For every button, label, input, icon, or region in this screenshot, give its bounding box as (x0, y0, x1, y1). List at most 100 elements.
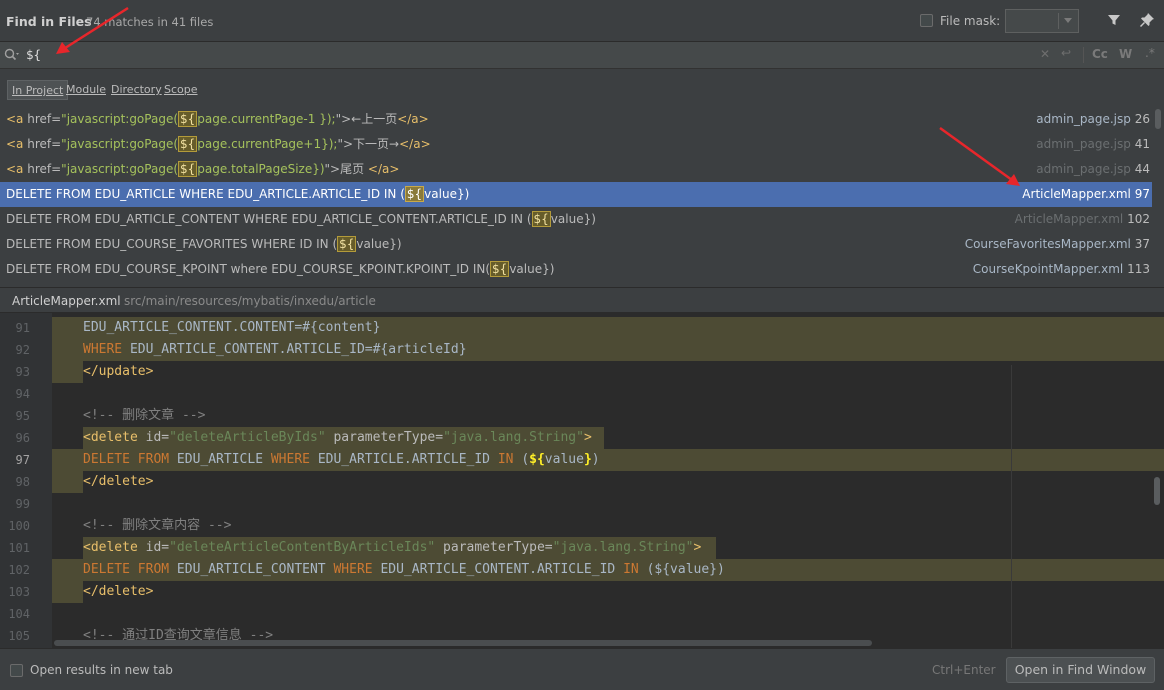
search-icon[interactable] (4, 48, 20, 62)
scope-in-project[interactable]: In Project (7, 80, 69, 100)
result-row[interactable]: DELETE FROM EDU_COURSE_FAVORITES WHERE I… (0, 232, 1152, 257)
results-scroll-thumb[interactable] (1155, 109, 1161, 129)
code-token: "deleteArticleContentByArticleIds" (169, 540, 444, 555)
result-text: DELETE FROM EDU_COURSE_KPOINT where EDU_… (6, 257, 554, 282)
result-row[interactable]: <a href="javascript:goPage(${page.totalP… (0, 157, 1152, 182)
shortcut-hint: Ctrl+Enter (932, 663, 996, 677)
file-mask-label: File mask: (940, 14, 1001, 28)
result-fragment: value}) (356, 237, 402, 251)
result-fragment: value}) (509, 262, 555, 276)
code-token: "java.lang.String" (552, 540, 694, 555)
code-line: 100 <!-- 删除文章内容 --> (0, 515, 1164, 537)
code-line: 102 DELETE FROM EDU_ARTICLE_CONTENT WHERE… (0, 559, 1164, 581)
code-token: parameterType= (333, 430, 444, 445)
result-line-number: 44 (1134, 162, 1150, 176)
result-text: <a href="javascript:goPage(${page.curren… (6, 132, 431, 157)
result-fragment: href= (27, 162, 62, 176)
result-row[interactable]: <a href="javascript:goPage(${page.curren… (0, 107, 1152, 132)
result-row[interactable]: DELETE FROM EDU_COURSE_KPOINT where EDU_… (0, 257, 1152, 282)
code-token: (${value}) (646, 562, 725, 577)
result-file-name: ArticleMapper.xml (1014, 212, 1124, 226)
match-line-highlight (52, 581, 83, 603)
code-token: DELETE FROM (83, 452, 177, 467)
line-number: 98 (15, 475, 30, 489)
results-list: DELETE FROM EDU_COURSE_KPOINT where EDU_… (0, 107, 1164, 287)
result-file-name: CourseKpointMapper.xml (972, 262, 1124, 276)
result-fragment: DELETE FROM EDU_COURSE_KPOINT where EDU_… (6, 262, 491, 276)
combo-separator (1058, 13, 1059, 29)
find-footer: Open results in new tab Ctrl+Enter Open … (0, 648, 1164, 690)
code-token: </delete> (83, 474, 154, 489)
result-fragment: "javascript:goPage( (61, 162, 179, 176)
result-file-location: CourseKpointMapper.xml 113 (973, 257, 1150, 282)
result-row[interactable]: DELETE FROM EDU_ARTICLE_CONTENT WHERE ED… (0, 207, 1152, 232)
code-line: 104 (0, 603, 1164, 625)
code-text: <delete id="deleteArticleContentByArticl… (83, 537, 701, 559)
newline-icon[interactable]: ↩ (1061, 46, 1071, 60)
code-preview[interactable]: 91 EDU_ARTICLE_CONTENT.CONTENT=#{content}… (0, 313, 1164, 648)
code-line: 98 </delete> (0, 471, 1164, 493)
funnel-icon[interactable] (1107, 13, 1121, 27)
code-text: <!-- 删除文章内容 --> (83, 515, 231, 537)
result-fragment: DELETE FROM EDU_ARTICLE_CONTENT WHERE ED… (6, 212, 532, 226)
result-line-number: 41 (1134, 137, 1150, 151)
dialog-title: Find in Files (6, 14, 92, 29)
line-number: 105 (8, 629, 30, 643)
result-file-location: admin_page.jsp 44 (1036, 157, 1150, 182)
code-token: <!-- 删除文章内容 --> (83, 518, 232, 533)
regex-icon[interactable]: .* (1145, 46, 1155, 60)
code-token: EDU_ARTICLE_CONTENT.ARTICLE_ID (380, 562, 624, 577)
line-number: 102 (8, 563, 30, 577)
code-token: ( (521, 452, 530, 467)
result-file-location: admin_page.jsp 41 (1036, 132, 1150, 157)
code-token: id= (145, 540, 170, 555)
clear-icon[interactable]: ✕ (1040, 47, 1050, 61)
open-in-find-window-button[interactable]: Open in Find Window (1006, 657, 1155, 683)
editor-horizontal-scrollbar[interactable] (54, 640, 872, 646)
open-new-tab-checkbox[interactable] (10, 664, 23, 677)
code-token: > (583, 430, 592, 445)
whole-words-icon[interactable]: W (1119, 47, 1132, 61)
search-separator (1083, 47, 1084, 63)
scope-directory[interactable]: Directory (107, 80, 166, 100)
match-highlight: ${ (490, 261, 510, 277)
code-token: EDU_ARTICLE_CONTENT.ARTICLE_ID=#{article… (129, 342, 467, 357)
code-token: WHERE (83, 342, 130, 357)
result-fragment: ">尾页 (324, 162, 368, 176)
line-number: 99 (15, 497, 30, 511)
code-text: WHERE EDU_ARTICLE_CONTENT.ARTICLE_ID=#{a… (83, 339, 467, 361)
result-line-number: 102 (1127, 212, 1150, 226)
code-token: </update> (83, 364, 154, 379)
result-fragment: <a (6, 137, 28, 151)
result-fragment: value}) (424, 187, 470, 201)
pin-icon[interactable] (1139, 12, 1155, 28)
line-number: 104 (8, 607, 30, 621)
result-fragment: DELETE FROM EDU_COURSE_FAVORITES WHERE I… (6, 237, 338, 251)
code-text: <delete id="deleteArticleByIds" paramete… (83, 427, 592, 449)
match-case-icon[interactable]: Cc (1092, 47, 1108, 61)
results-scrollbar[interactable] (1154, 107, 1162, 287)
result-row[interactable]: DELETE FROM EDU_ARTICLE WHERE EDU_ARTICL… (0, 182, 1152, 207)
code-token: "deleteArticleByIds" (169, 430, 334, 445)
code-token: } (583, 452, 592, 467)
preview-file-name: ArticleMapper.xml (12, 294, 121, 308)
code-line: 92 WHERE EDU_ARTICLE_CONTENT.ARTICLE_ID=#… (0, 339, 1164, 361)
editor-vertical-scrollbar[interactable] (1154, 477, 1160, 505)
code-line: 91 EDU_ARTICLE_CONTENT.CONTENT=#{content} (0, 317, 1164, 339)
result-line-number: 113 (1127, 262, 1150, 276)
search-input[interactable]: ${ (26, 47, 41, 62)
open-new-tab-label: Open results in new tab (30, 663, 173, 677)
chevron-down-icon[interactable] (1064, 18, 1072, 23)
result-fragment: "javascript:goPage( (61, 137, 179, 151)
scope-module[interactable]: Module (62, 80, 110, 100)
match-highlight: ${ (531, 211, 551, 227)
find-header: Find in Files 74 matches in 41 files Fil… (0, 0, 1164, 42)
result-fragment: href= (27, 137, 62, 151)
scope-tabs: In Project Module Directory Scope (0, 69, 1164, 107)
result-row[interactable]: <a href="javascript:goPage(${page.curren… (0, 132, 1152, 157)
code-line: 96 <delete id="deleteArticleByIds" parame… (0, 427, 1164, 449)
file-mask-checkbox[interactable] (920, 14, 933, 27)
file-mask-combo[interactable] (1005, 9, 1079, 33)
line-number: 92 (15, 343, 30, 357)
scope-scope[interactable]: Scope (160, 80, 202, 100)
